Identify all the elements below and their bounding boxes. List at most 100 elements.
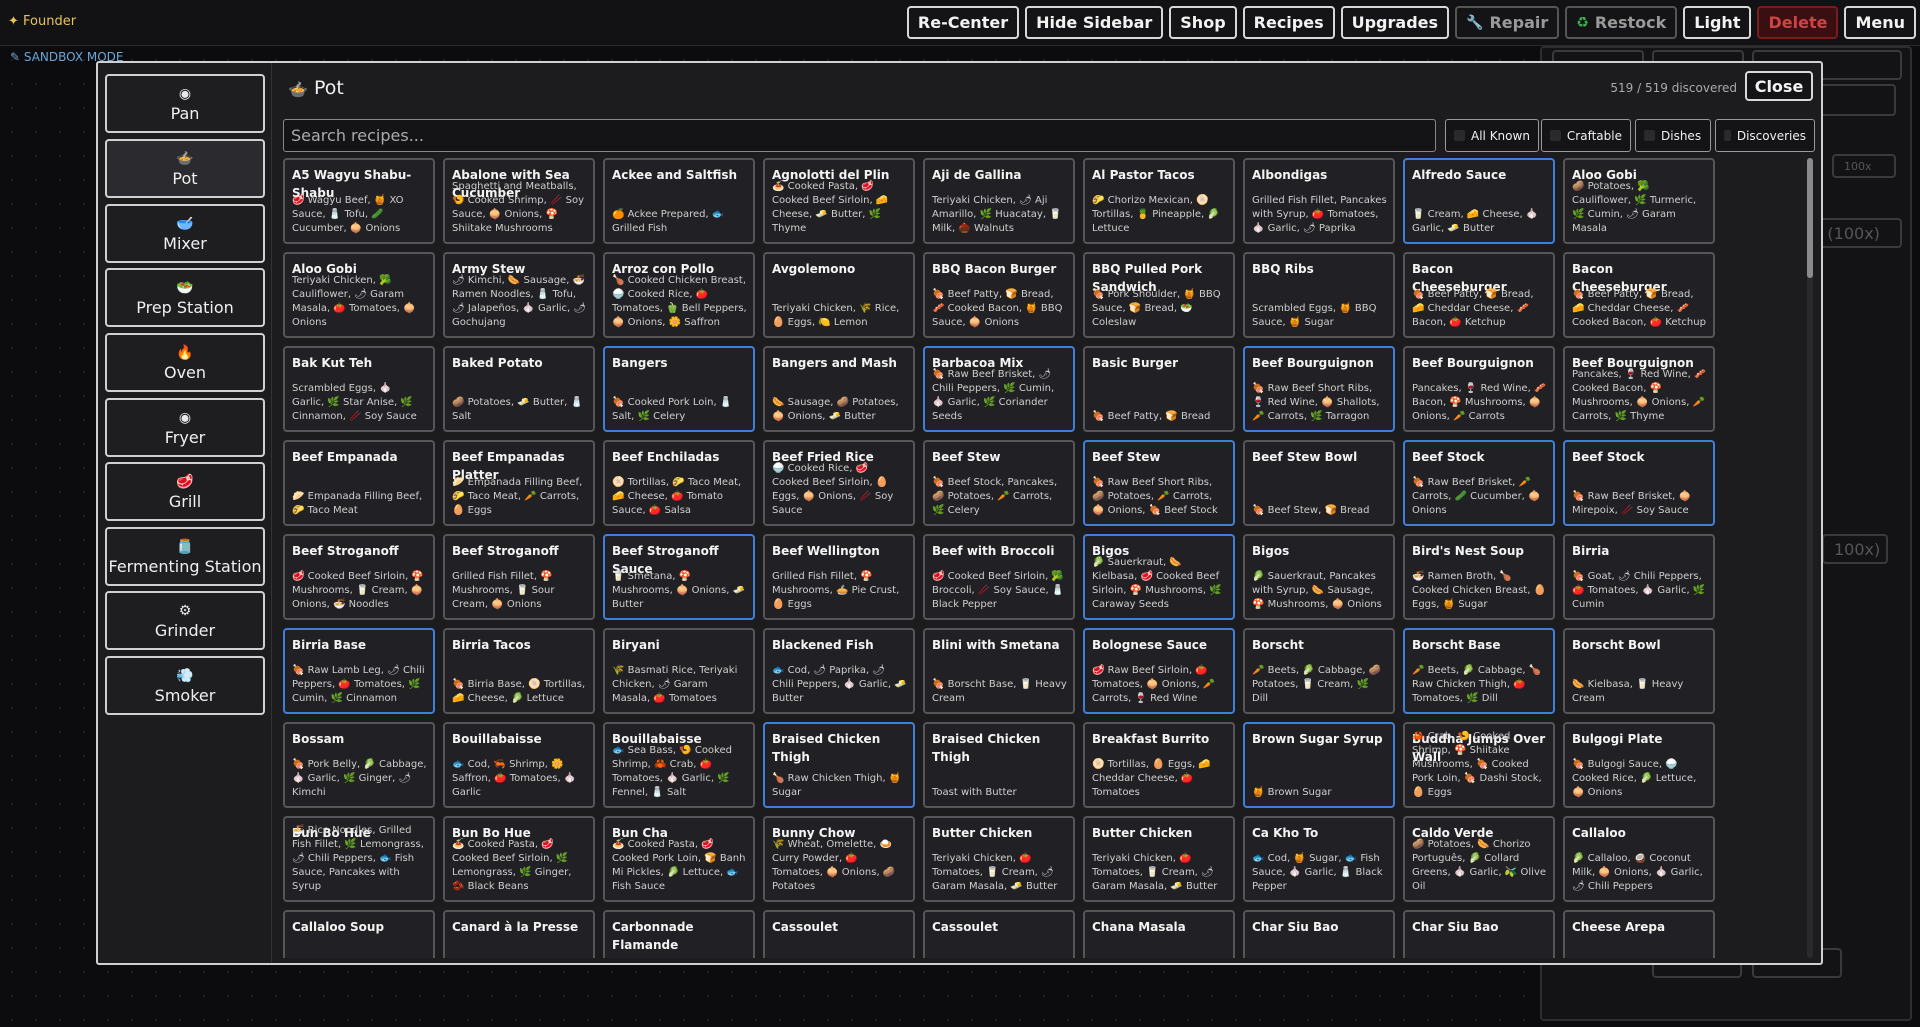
recipe-card[interactable]: Basic Burger 🍖 Beef Patty, 🍞 Bread	[1083, 346, 1235, 432]
recipe-card[interactable]: Beef Empanadas Platter 🥟 Empanada Filling…	[443, 440, 595, 526]
recipe-card[interactable]: Agnolotti del Plin 🍝 Cooked Pasta, 🥩 Cook…	[763, 158, 915, 244]
upgrades-button[interactable]: Upgrades	[1340, 6, 1450, 39]
menu-button[interactable]: Menu	[1844, 6, 1916, 39]
recipe-card[interactable]: Cheese Arepa	[1563, 910, 1715, 958]
recipe-card[interactable]: Ca Kho To 🐟 Cod, 🍯 Sugar, 🐟 Fish Sauce, 🧄…	[1243, 816, 1395, 902]
recipe-card[interactable]: Canard à la Presse	[443, 910, 595, 958]
checkbox-icon[interactable]	[1454, 130, 1465, 141]
station-oven[interactable]: 🔥 Oven	[105, 333, 265, 392]
recipe-card[interactable]: Birria Base 🍖 Raw Lamb Leg, 🌶 Chili Peppe…	[283, 628, 435, 714]
recipe-card[interactable]: Bouillabaisse 🐟 Cod, 🦐 Shrimp, 🌼 Saffron,…	[443, 722, 595, 808]
scrollbar-thumb[interactable]	[1807, 158, 1813, 278]
recipe-card[interactable]: Cassoulet	[923, 910, 1075, 958]
recipe-card[interactable]: Biryani 🌾 Basmati Rice, Teriyaki Chicken,…	[603, 628, 755, 714]
delete-button[interactable]: Delete	[1757, 6, 1839, 39]
recipe-card[interactable]: Beef Bourguignon 🍖 Raw Beef Short Ribs, 🍷…	[1243, 346, 1395, 432]
recipe-card[interactable]: Aji de Gallina Teriyaki Chicken, 🌶 Aji Am…	[923, 158, 1075, 244]
recipe-card[interactable]: Beef Fried Rice 🍚 Cooked Rice, 🥩 Cooked B…	[763, 440, 915, 526]
recipe-card[interactable]: Bolognese Sauce 🥩 Raw Beef Sirloin, 🍅 Tom…	[1083, 628, 1235, 714]
filter-all-known[interactable]: All Known	[1445, 119, 1539, 152]
checkbox-icon[interactable]	[1724, 130, 1731, 141]
recipe-card[interactable]: BBQ Pulled Pork Sandwich 🍖 Pork Shoulder,…	[1083, 252, 1235, 338]
recipe-card[interactable]: Bun Cha 🍝 Cooked Pasta, 🥩 Cooked Pork Loi…	[603, 816, 755, 902]
station-grinder[interactable]: ⚙ Grinder	[105, 591, 265, 650]
recipe-card[interactable]: Bangers 🍖 Cooked Pork Loin, 🧂 Salt, 🌿 Cel…	[603, 346, 755, 432]
recipe-card[interactable]: Arroz con Pollo 🍗 Cooked Chicken Breast, …	[603, 252, 755, 338]
recipe-card[interactable]: Beef Stew 🍖 Raw Beef Short Ribs, 🥔 Potato…	[1083, 440, 1235, 526]
recipe-card[interactable]: Beef Wellington Grilled Fish Fillet, 🍄 Mu…	[763, 534, 915, 620]
recipe-card[interactable]: Beef Bourguignon Pancakes, 🍷 Red Wine, 🥓 …	[1403, 346, 1555, 432]
recipe-card[interactable]: Bangers and Mash 🌭 Sausage, 🥔 Potatoes, 🧅…	[763, 346, 915, 432]
recipe-card[interactable]: Braised Chicken Thigh Toast with Butter	[923, 722, 1075, 808]
checkbox-icon[interactable]	[1644, 130, 1655, 141]
recipe-card[interactable]: Char Siu Bao	[1403, 910, 1555, 958]
recipe-card[interactable]: Albondigas Grilled Fish Fillet, Pancakes …	[1243, 158, 1395, 244]
recipe-card[interactable]: Alfredo Sauce 🥛 Cream, 🧀 Cheese, 🧄 Garlic…	[1403, 158, 1555, 244]
recipe-card[interactable]: Beef Stroganoff 🥩 Cooked Beef Sirloin, 🍄 …	[283, 534, 435, 620]
recipe-card[interactable]: Char Siu Bao	[1243, 910, 1395, 958]
recipe-card[interactable]: Bulgogi Plate 🍖 Bulgogi Sauce, 🍚 Cooked R…	[1563, 722, 1715, 808]
recipe-card[interactable]: Borscht Bowl 🌭 Kielbasa, 🥛 Heavy Cream	[1563, 628, 1715, 714]
recipe-card[interactable]: Avgolemono Teriyaki Chicken, 🌾 Rice, 🥚 Eg…	[763, 252, 915, 338]
station-fermenting-station[interactable]: 🫙 Fermenting Station	[105, 527, 265, 586]
recipe-card[interactable]: Beef Stroganoff Sauce 🥛 Smetana, 🍄 Mushro…	[603, 534, 755, 620]
recipe-card[interactable]: Barbacoa Mix 🍖 Raw Beef Brisket, 🌶 Chili …	[923, 346, 1075, 432]
recipe-card[interactable]: Army Stew 🌶 Kimchi, 🌭 Sausage, 🍜 Ramen No…	[443, 252, 595, 338]
filter-craftable[interactable]: Craftable	[1541, 119, 1631, 152]
recipe-card[interactable]: Beef Enchiladas 🫓 Tortillas, 🌮 Taco Meat,…	[603, 440, 755, 526]
recipe-card[interactable]: Breakfast Burrito 🫓 Tortillas, 🥚 Eggs, 🧀 …	[1083, 722, 1235, 808]
recipe-card[interactable]: Borscht 🥕 Beets, 🥬 Cabbage, 🥔 Potatoes, 🥛…	[1243, 628, 1395, 714]
recipe-card[interactable]: Beef Stew Bowl 🍖 Beef Stew, 🍞 Bread	[1243, 440, 1395, 526]
recipe-card[interactable]: Borscht Base 🥕 Beets, 🥬 Cabbage, 🍗 Raw Ch…	[1403, 628, 1555, 714]
recipe-card[interactable]: Cassoulet🫘 Beans, 🦆 Duck, 🌭	[763, 910, 915, 958]
recipe-card[interactable]: Al Pastor Tacos 🌮 Chorizo Mexican, 🫓 Tort…	[1083, 158, 1235, 244]
recipe-card[interactable]: Bun Bo Hue 🍝 Cooked Pasta, 🥩 Cooked Beef …	[443, 816, 595, 902]
shop-button[interactable]: Shop	[1169, 6, 1237, 39]
recipe-card[interactable]: Abalone with Sea Cucumber Spaghetti and M…	[443, 158, 595, 244]
recipe-card[interactable]: Butter Chicken Teriyaki Chicken, 🍅 Tomato…	[923, 816, 1075, 902]
recipe-card[interactable]: Bird's Nest Soup 🍜 Ramen Broth, 🍗 Cooked …	[1403, 534, 1555, 620]
recipe-card[interactable]: Baked Potato 🥔 Potatoes, 🧈 Butter, 🧂 Salt	[443, 346, 595, 432]
hide-sidebar-button[interactable]: Hide Sidebar	[1025, 6, 1164, 39]
recipe-card[interactable]: Brown Sugar Syrup 🍯 Brown Sugar	[1243, 722, 1395, 808]
checkbox-icon[interactable]	[1550, 130, 1561, 141]
recipe-card[interactable]: Birria Tacos 🍖 Birria Base, 🫓 Tortillas, …	[443, 628, 595, 714]
recipes-button[interactable]: Recipes	[1242, 6, 1335, 39]
recipe-card[interactable]: Bossam 🍖 Pork Belly, 🥬 Cabbage, 🧄 Garlic,…	[283, 722, 435, 808]
recipe-card[interactable]: Carbonnade Flamande	[603, 910, 755, 958]
recipe-card[interactable]: Aloo Gobi 🥔 Potatoes, 🥦 Cauliflower, 🌿 Tu…	[1563, 158, 1715, 244]
recipe-card[interactable]: Aloo Gobi Teriyaki Chicken, 🥦 Cauliflower…	[283, 252, 435, 338]
recipe-card[interactable]: Callaloo Soup	[283, 910, 435, 958]
recipe-card[interactable]: Beef Empanada 🥟 Empanada Filling Beef, 🌮 …	[283, 440, 435, 526]
light-button[interactable]: Light	[1683, 6, 1752, 39]
repair-button[interactable]: 🔧 Repair	[1455, 6, 1560, 39]
recipe-card[interactable]: Chana Masala🍞 Chickpea Flour, 🍅	[1083, 910, 1235, 958]
recipe-card[interactable]: Beef Stock 🍖 Raw Beef Brisket, 🧅 Mirepoix…	[1563, 440, 1715, 526]
station-fryer[interactable]: ◉ Fryer	[105, 398, 265, 457]
recipe-card[interactable]: Blackened Fish 🐟 Cod, 🌶 Paprika, 🌶 Chili …	[763, 628, 915, 714]
recipe-card[interactable]: Bak Kut Teh Scrambled Eggs, 🧄 Garlic, 🌿 S…	[283, 346, 435, 432]
recipe-card[interactable]: Bigos 🥬 Sauerkraut, 🌭 Kielbasa, 🥩 Cooked …	[1083, 534, 1235, 620]
recipe-card[interactable]: Butter Chicken Teriyaki Chicken, 🍅 Tomato…	[1083, 816, 1235, 902]
recipe-card[interactable]: Caldo Verde 🥔 Potatoes, 🌭 Chorizo Portugu…	[1403, 816, 1555, 902]
station-prep-station[interactable]: 🥗 Prep Station	[105, 268, 265, 327]
station-pan[interactable]: ◉ Pan	[105, 74, 265, 133]
station-grill[interactable]: 🥩 Grill	[105, 462, 265, 521]
recipe-card[interactable]: Callaloo 🥬 Callaloo, 🥥 Coconut Milk, 🧅 On…	[1563, 816, 1715, 902]
recipe-card[interactable]: Blini with Smetana 🍖 Borscht Base, 🥛 Heav…	[923, 628, 1075, 714]
recipe-card[interactable]: Bouillabaisse 🐟 Sea Bass, 🍤 Cooked Shrimp…	[603, 722, 755, 808]
recipe-card[interactable]: Ackee and Saltfish 🍊 Ackee Prepared, 🐟 Gr…	[603, 158, 755, 244]
re-center-button[interactable]: Re-Center	[906, 6, 1020, 39]
recipe-card[interactable]: Beef Stroganoff Grilled Fish Fillet, 🍄 Mu…	[443, 534, 595, 620]
recipe-card[interactable]: Beef Stock 🍖 Raw Beef Brisket, 🥕 Carrots,…	[1403, 440, 1555, 526]
station-smoker[interactable]: 💨 Smoker	[105, 656, 265, 715]
recipe-card[interactable]: Beef with Broccoli 🥩 Cooked Beef Sirloin,…	[923, 534, 1075, 620]
recipe-card[interactable]: Bunny Chow 🌾 Wheat, Omelette, 🍛 Curry Pow…	[763, 816, 915, 902]
recipe-card[interactable]: Bacon Cheeseburger 🍖 Beef Patty, 🍞 Bread,…	[1563, 252, 1715, 338]
filter-dishes[interactable]: Dishes	[1635, 119, 1711, 152]
recipe-card[interactable]: Birria 🍖 Goat, 🌶 Chili Peppers, 🍅 Tomatoe…	[1563, 534, 1715, 620]
recipe-card[interactable]: Beef Stew 🍖 Beef Stock, Pancakes, 🥔 Potat…	[923, 440, 1075, 526]
recipe-card[interactable]: Beef Bourguignon Pancakes, 🍷 Red Wine, 🥓 …	[1563, 346, 1715, 432]
close-button[interactable]: Close	[1745, 71, 1813, 101]
search-input[interactable]	[283, 119, 1436, 152]
